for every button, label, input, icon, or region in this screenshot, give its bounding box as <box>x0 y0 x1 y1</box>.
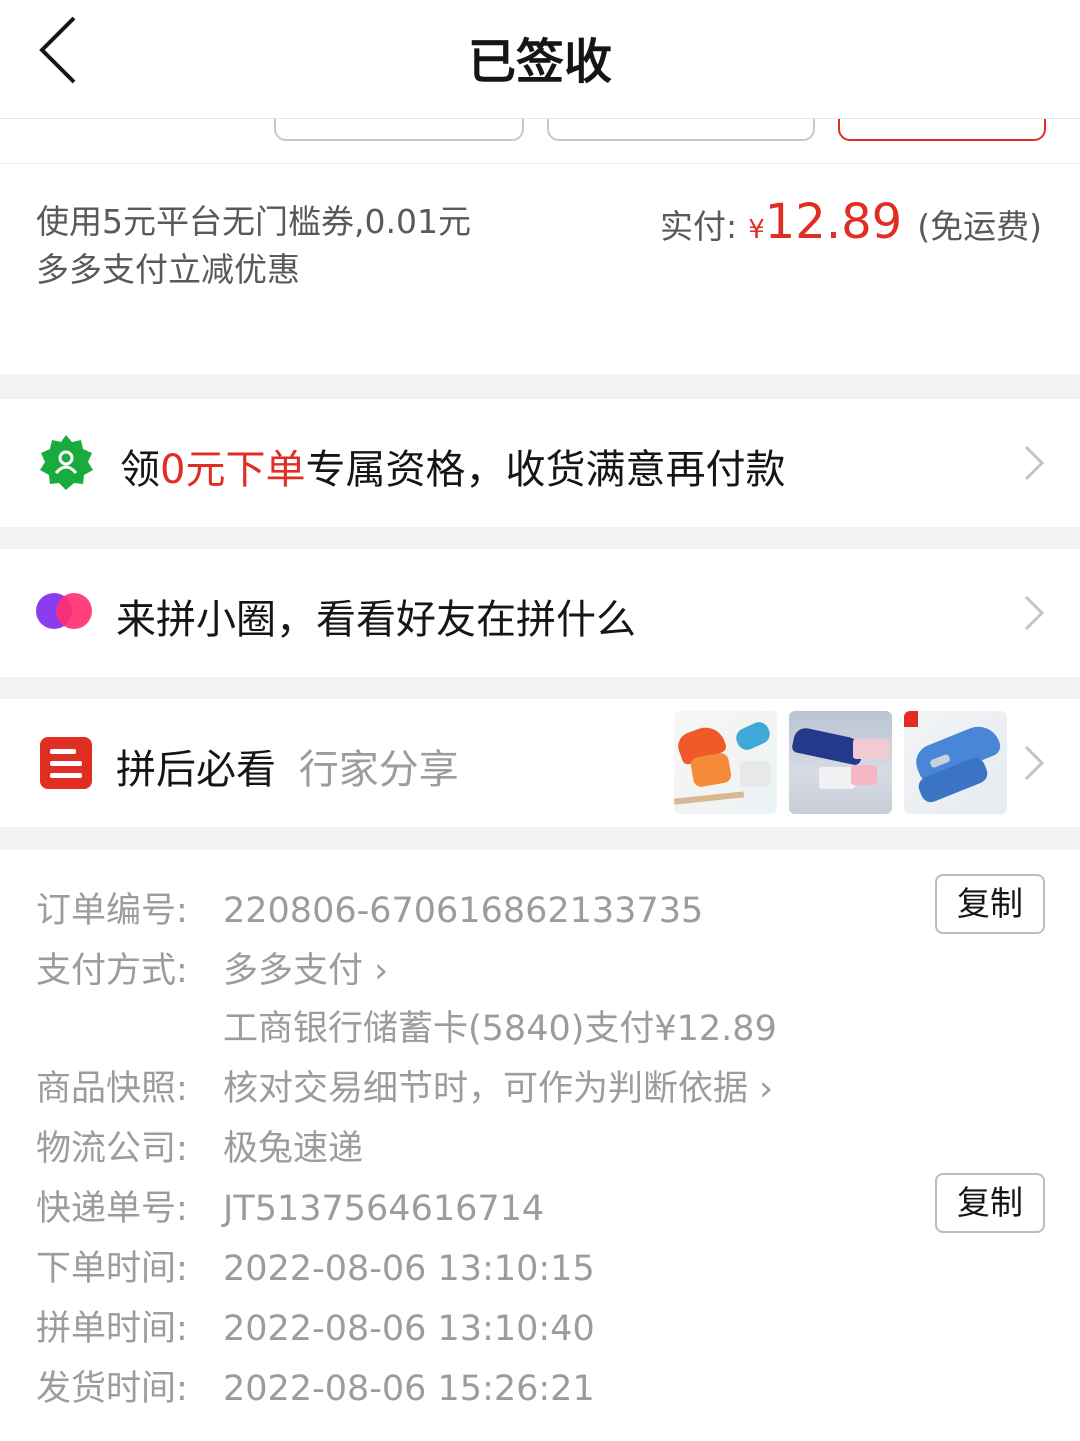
carrier-value: 极兔速递 <box>223 1129 364 1169</box>
promo-suffix: 专属资格，收货满意再付款 <box>305 447 786 493</box>
ship-time-label: 发货时间: <box>36 1369 188 1409</box>
action-button-partial-primary[interactable] <box>838 119 1046 141</box>
payment-method-value: 多多支付 › <box>223 951 389 991</box>
promo-prefix: 领 <box>120 447 160 493</box>
stapler-product-thumb-2[interactable] <box>789 711 892 814</box>
paid-label: 实付: <box>659 207 738 246</box>
must-see-subtitle: 行家分享 <box>298 747 459 793</box>
chevron-right-icon <box>1024 595 1045 631</box>
order-time-line: 下单时间: 2022-08-06 13:10:15 <box>36 1240 595 1291</box>
payment-summary: 使用5元平台无门槛券,0.01元多多支付立减优惠 实付: ¥12.89 (免运费… <box>0 164 1080 374</box>
group-time-line: 拼单时间: 2022-08-06 13:10:40 <box>36 1300 595 1351</box>
action-button-partial[interactable] <box>547 119 815 141</box>
must-see-title-wrap: 拼后必看 行家分享 <box>116 737 459 795</box>
stapler-product-thumb-1[interactable] <box>674 711 777 814</box>
badge-user-icon <box>40 435 93 490</box>
paid-amount: 实付: ¥12.89 (免运费) <box>660 194 1042 250</box>
circle-text: 来拼小圈，看看好友在拼什么 <box>116 597 636 643</box>
coupon-text: 使用5元平台无门槛券,0.01元多多支付立减优惠 <box>36 202 471 289</box>
zero-yuan-promo-row[interactable]: 领0元下单专属资格，收货满意再付款 <box>0 399 1080 527</box>
order-time-label: 下单时间: <box>36 1249 188 1289</box>
ship-time-value: 2022-08-06 15:26:21 <box>223 1369 595 1409</box>
page-title: 已签收 <box>467 34 612 90</box>
stapler-product-thumb-3[interactable] <box>904 711 1007 814</box>
payment-method-label: 支付方式: <box>36 951 188 991</box>
overlapping-circles-icon <box>36 593 92 629</box>
ship-time-line: 发货时间: 2022-08-06 15:26:21 <box>36 1360 595 1411</box>
snapshot-line[interactable]: 商品快照: 核对交易细节时，可作为判断依据 › <box>36 1060 773 1111</box>
payment-method-line[interactable]: 支付方式: 多多支付 › <box>36 942 388 993</box>
carrier-line: 物流公司: 极兔速递 <box>36 1120 363 1171</box>
chevron-right-icon <box>1024 745 1045 781</box>
copy-tracking-number-button[interactable]: 复制 <box>935 1173 1045 1233</box>
order-time-value: 2022-08-06 13:10:15 <box>223 1249 595 1289</box>
copy-order-number-button[interactable]: 复制 <box>935 874 1045 934</box>
order-details: 订单编号: 220806-670616862133735 复制 支付方式: 多多支付… <box>0 850 1080 1441</box>
friends-circle-row[interactable]: 来拼小圈，看看好友在拼什么 <box>0 549 1080 677</box>
currency-symbol: ¥ <box>748 215 765 245</box>
group-time-value: 2022-08-06 13:10:40 <box>223 1309 595 1349</box>
amount-value: 12.89 <box>764 194 903 250</box>
tracking-value: JT5137564616714 <box>223 1189 545 1229</box>
promo-text: 领0元下单专属资格，收货满意再付款 <box>120 437 785 495</box>
must-see-title: 拼后必看 <box>116 747 276 793</box>
snapshot-value: 核对交易细节时，可作为判断依据 › <box>223 1069 774 1109</box>
group-time-label: 拼单时间: <box>36 1309 188 1349</box>
promo-highlight: 0元下单 <box>160 447 306 493</box>
list-icon <box>40 737 92 789</box>
tracking-line: 快递单号: JT5137564616714 <box>36 1180 544 1231</box>
action-buttons-strip <box>0 119 1080 164</box>
chevron-right-icon <box>1024 445 1045 481</box>
order-number-line: 订单编号: 220806-670616862133735 <box>36 882 703 933</box>
shipping-note: (免运费) <box>917 207 1042 246</box>
payment-detail-line: 工商银行储蓄卡(5840)支付¥12.89 <box>36 1000 777 1051</box>
snapshot-label: 商品快照: <box>36 1069 188 1109</box>
must-see-row[interactable]: 拼后必看 行家分享 <box>0 699 1080 827</box>
order-number-value: 220806-670616862133735 <box>223 891 704 931</box>
carrier-label: 物流公司: <box>36 1129 188 1169</box>
header-bar: 已签收 <box>0 0 1080 119</box>
action-button-partial[interactable] <box>274 119 524 141</box>
payment-detail-value: 工商银行储蓄卡(5840)支付¥12.89 <box>223 1009 777 1049</box>
tracking-label: 快递单号: <box>36 1189 188 1229</box>
order-number-label: 订单编号: <box>36 891 188 931</box>
